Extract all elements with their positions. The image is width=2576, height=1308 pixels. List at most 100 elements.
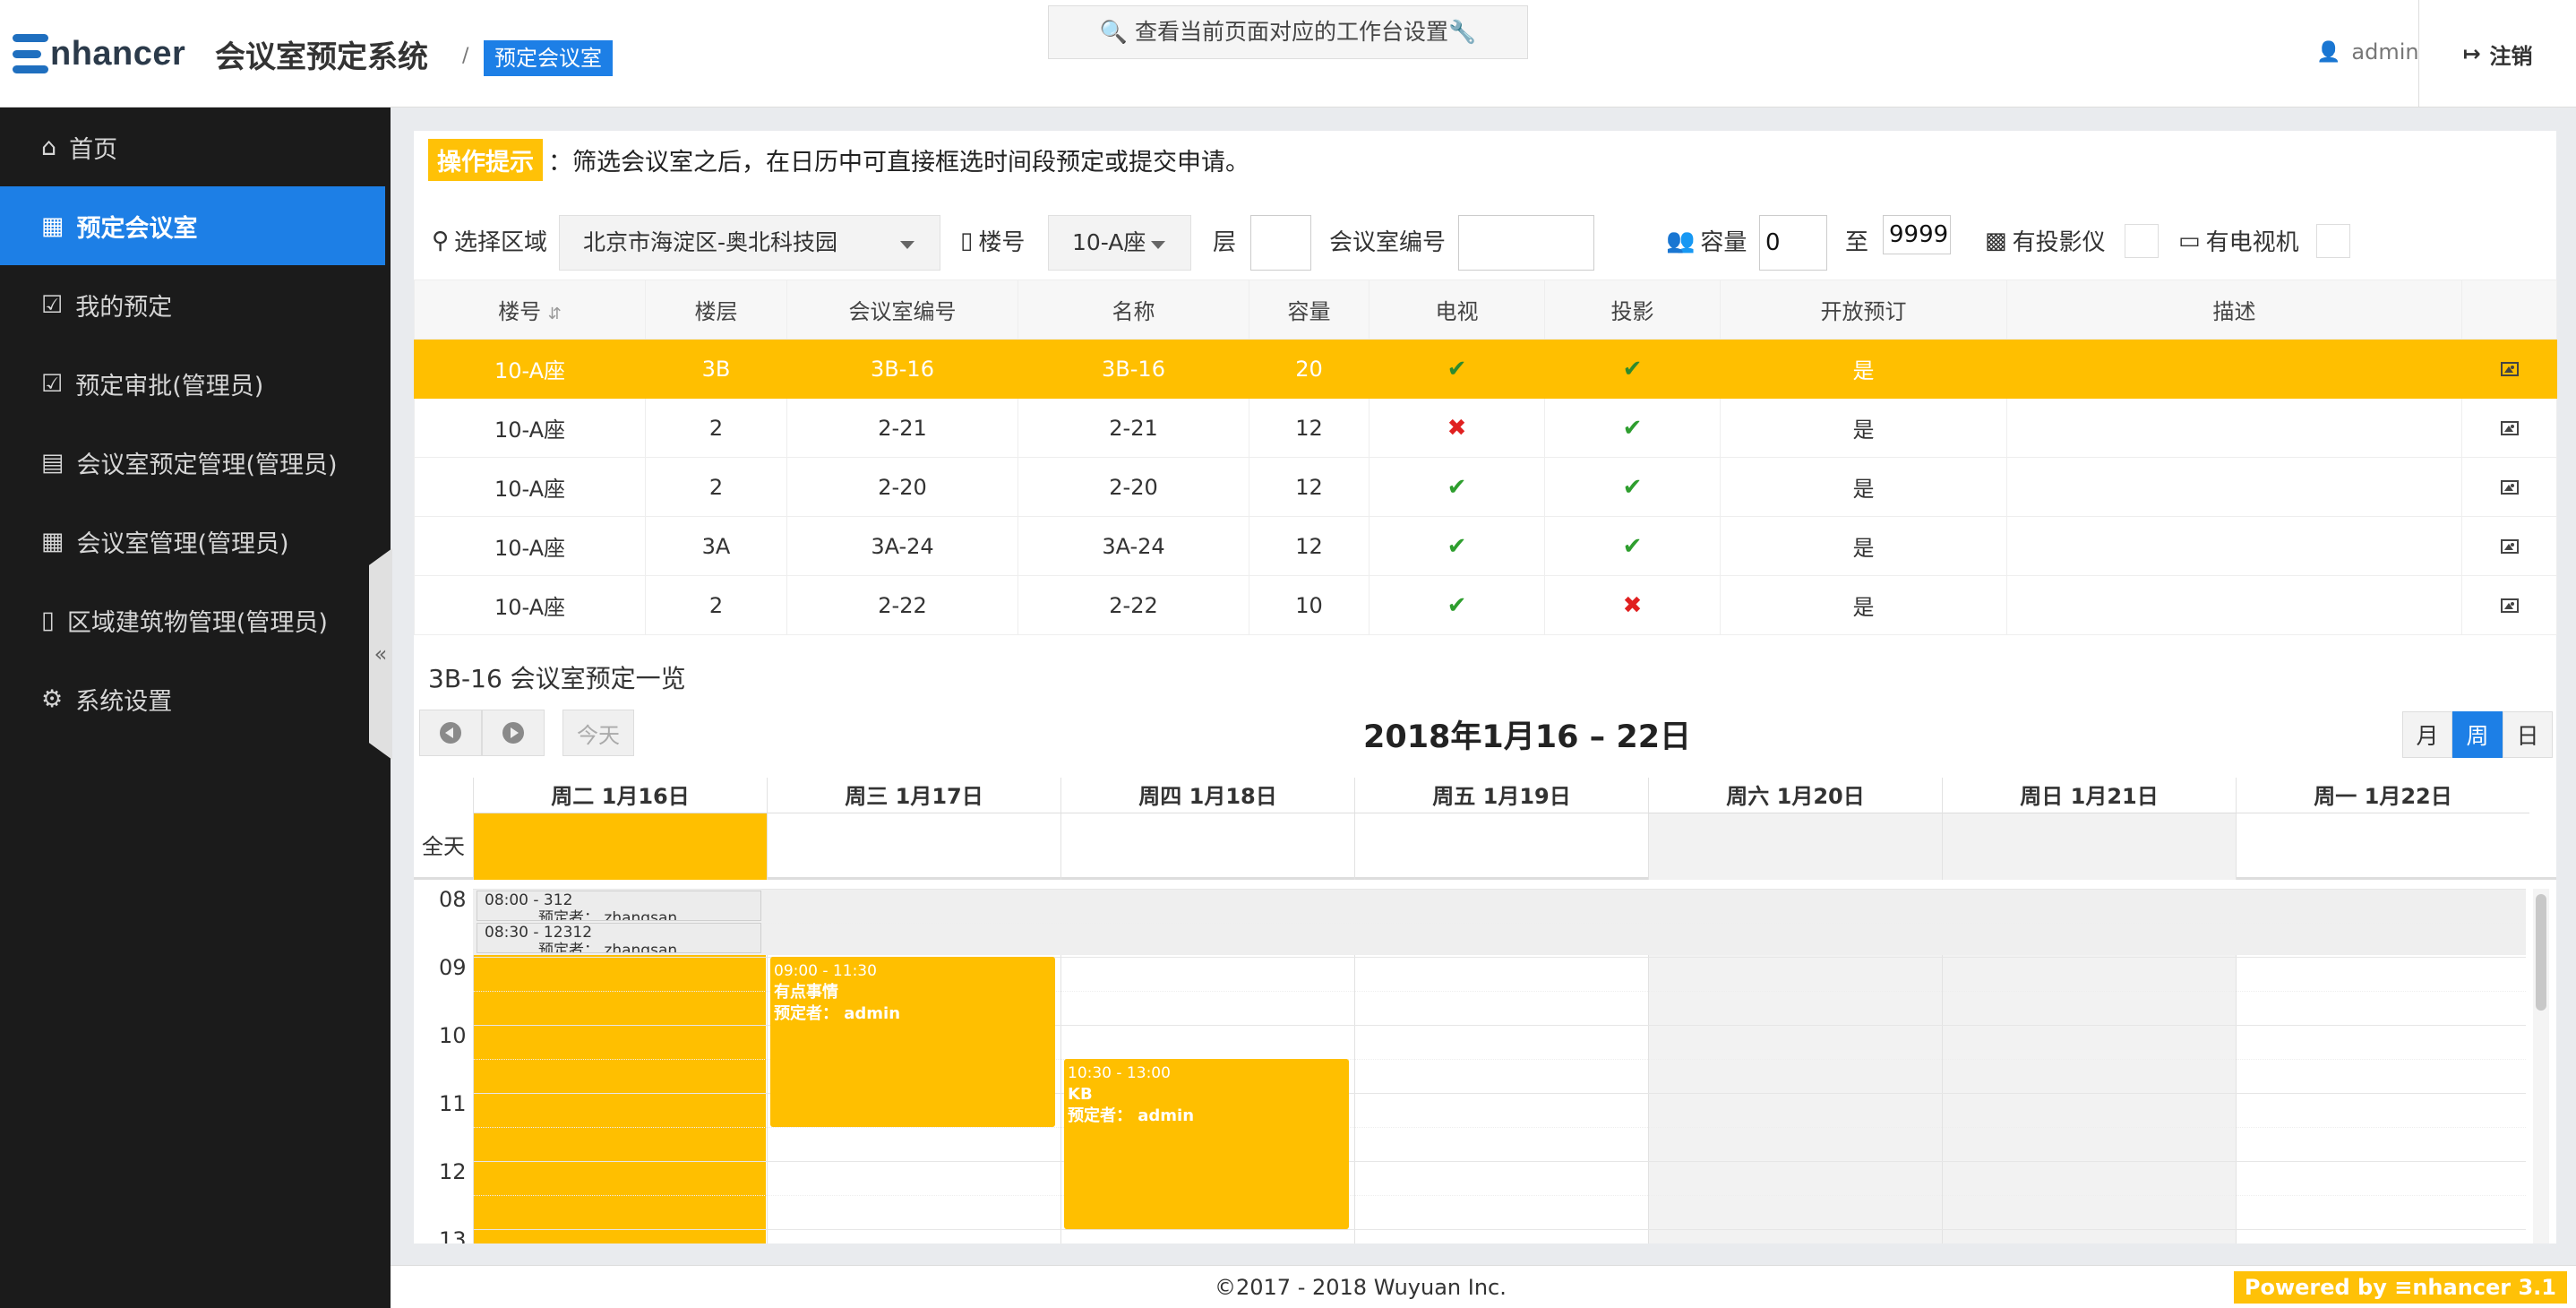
day-header: 周三 1月17日	[767, 778, 1060, 813]
building-select-value: 10-A座	[1072, 229, 1146, 255]
next-week-button[interactable]	[482, 710, 545, 756]
cell-image	[2461, 575, 2557, 635]
col-header-building[interactable]: 楼号 ⇵	[414, 280, 646, 340]
table-row[interactable]: 10-A座 2 2-20 2-20 12 ✔ ✔ 是	[414, 457, 2557, 517]
sidebar-item-approval[interactable]: ☑ 预定审批(管理员)	[0, 344, 391, 423]
workstation-settings-button[interactable]: 🔍 查看当前页面对应的工作台设置🔧	[1048, 5, 1528, 59]
check-icon: ✔	[1622, 532, 1643, 560]
capacity-max-input[interactable]: 9999	[1883, 215, 1951, 254]
calendar-event[interactable]: 08:30 - 12312 预定者： zhangsan	[477, 923, 761, 953]
event-time: 08:00 - 312	[485, 891, 573, 909]
table-row[interactable]: 10-A座 2 2-22 2-22 10 ✔ ✖ 是	[414, 575, 2557, 635]
allday-cell[interactable]	[1060, 813, 1354, 880]
hour-label: 11	[439, 1091, 467, 1116]
sidebar-item-home[interactable]: ⌂ 首页	[0, 108, 391, 186]
projector-checkbox[interactable]	[2125, 224, 2159, 258]
calendar-check-icon: ☑	[41, 290, 64, 319]
calendar-event[interactable]: 09:00 - 11:30 有点事情 预定者： admin	[770, 957, 1055, 1127]
view-month-button[interactable]: 月	[2402, 711, 2452, 758]
sidebar-item-my-bookings[interactable]: ☑ 我的预定	[0, 265, 391, 344]
allday-cell[interactable]	[767, 813, 1060, 880]
logo-e-icon	[13, 34, 48, 73]
hour-label: 13	[439, 1227, 467, 1243]
hour-label: 08	[439, 887, 467, 912]
hour-label: 09	[439, 955, 467, 980]
chevron-right-icon	[502, 722, 524, 744]
cell-name: 2-20	[1018, 457, 1249, 517]
allday-cell[interactable]	[2236, 813, 2529, 880]
event-owner: 预定者： zhangsan	[538, 942, 678, 953]
capacity-label-text: 容量	[1700, 229, 1747, 256]
table-row[interactable]: 10-A座 2 2-21 2-21 12 ✖ ✔ 是	[414, 398, 2557, 458]
calendar-date-range: 2018年1月16 – 22日	[1363, 719, 1692, 755]
view-week-button[interactable]: 周	[2452, 711, 2503, 758]
prev-week-button[interactable]	[419, 710, 482, 756]
user-menu[interactable]: 👤 admin	[2316, 39, 2419, 65]
scrollbar-thumb[interactable]	[2536, 894, 2546, 1011]
sidebar-collapse-toggle[interactable]: «	[369, 548, 392, 760]
table-row[interactable]: 10-A座 3A 3A-24 3A-24 12 ✔ ✔ 是	[414, 516, 2557, 576]
area-select[interactable]: 北京市海淀区-奥北科技园	[559, 215, 940, 271]
col-header-tv[interactable]: 电视	[1369, 280, 1545, 340]
cell-code: 3B-16	[786, 339, 1018, 399]
sidebar-item-settings[interactable]: ⚙ 系统设置	[0, 659, 391, 738]
building-icon: ▯	[960, 227, 974, 254]
allday-cell[interactable]	[1942, 813, 2236, 880]
col-header-name[interactable]: 名称	[1018, 280, 1249, 340]
floor-label: 层	[1213, 229, 1237, 256]
cell-projector: ✔	[1544, 516, 1721, 576]
allday-cell[interactable]	[1648, 813, 1942, 880]
unavailable-band	[473, 889, 2526, 955]
sidebar-item-booking-management[interactable]: ▤ 会议室预定管理(管理员)	[0, 423, 391, 502]
today-button[interactable]: 今天	[562, 710, 634, 756]
day-header: 周二 1月16日	[473, 778, 767, 813]
col-header-floor[interactable]: 楼层	[645, 280, 787, 340]
calendar-event[interactable]: 08:00 - 312 预定者： zhangsan	[477, 891, 761, 921]
powered-by-badge[interactable]: Powered by ≡nhancer 3.1	[2233, 1271, 2567, 1304]
sidebar-item-room-management[interactable]: ▦ 会议室管理(管理员)	[0, 502, 391, 581]
tip-label: 操作提示	[428, 138, 543, 181]
col-header-capacity[interactable]: 容量	[1249, 280, 1370, 340]
image-icon[interactable]	[2500, 538, 2519, 554]
col-header-projector[interactable]: 投影	[1544, 280, 1721, 340]
check-square-icon: ☑	[41, 369, 64, 398]
check-icon: ✔	[1447, 591, 1467, 619]
check-icon: ✔	[1622, 355, 1643, 383]
col-header-description[interactable]: 描述	[2006, 280, 2462, 340]
col-header-code[interactable]: 会议室编号	[786, 280, 1018, 340]
event-owner: 预定者： admin	[774, 1004, 901, 1023]
floor-input[interactable]	[1250, 215, 1311, 271]
sidebar-item-label: 首页	[69, 135, 118, 164]
tv-checkbox[interactable]	[2316, 224, 2350, 258]
image-icon[interactable]	[2500, 361, 2519, 376]
allday-cell[interactable]	[473, 813, 767, 880]
calendar-event[interactable]: 10:30 - 13:00 KB 预定者： admin	[1064, 1059, 1349, 1229]
double-chevron-left-icon: «	[374, 641, 388, 667]
calendar-scrollbar[interactable]	[2533, 889, 2549, 1243]
allday-row: 全天	[414, 813, 2556, 880]
calendar-icon: ▤	[41, 448, 64, 477]
sidebar-item-building-management[interactable]: ▯ 区域建筑物管理(管理员)	[0, 581, 391, 659]
breadcrumb-separator: /	[462, 45, 469, 67]
room-number-label: 会议室编号	[1329, 229, 1447, 256]
view-day-button[interactable]: 日	[2503, 711, 2553, 758]
enhancer-logo[interactable]: nhancer	[13, 30, 185, 77]
booked-block[interactable]	[474, 955, 766, 1243]
cell-image	[2461, 457, 2557, 517]
image-icon[interactable]	[2500, 420, 2519, 435]
col-header-open[interactable]: 开放预订	[1720, 280, 2007, 340]
time-grid[interactable]: 08 09 10 11 12 13 08:00 - 312 预定者： zhangsan 08:3…	[414, 887, 2556, 1243]
cell-tv: ✔	[1369, 516, 1545, 576]
image-icon[interactable]	[2500, 479, 2519, 495]
operation-tip: 操作提示 ：筛选会议室之后，在日历中可直接框选时间段预定或提交申请。	[428, 138, 1249, 181]
sidebar-item-book-room[interactable]: ▦ 预定会议室	[0, 186, 385, 265]
logout-button[interactable]: ↦ 注销	[2418, 0, 2576, 108]
users-icon: 👥	[1666, 227, 1696, 254]
table-row[interactable]: 10-A座 3B 3B-16 3B-16 20 ✔ ✔ 是	[414, 339, 2557, 399]
image-icon[interactable]	[2500, 598, 2519, 613]
building-select[interactable]: 10-A座	[1048, 215, 1191, 271]
capacity-min-input[interactable]: 0	[1759, 215, 1827, 271]
cell-image	[2461, 339, 2557, 399]
allday-cell[interactable]	[1354, 813, 1648, 880]
room-number-input[interactable]	[1458, 215, 1594, 271]
